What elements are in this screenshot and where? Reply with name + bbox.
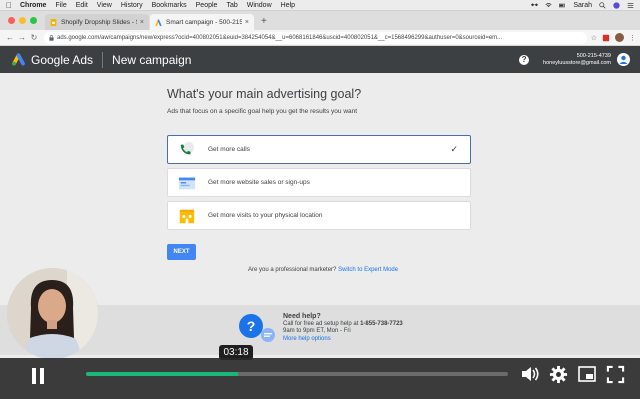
window-controls (0, 17, 45, 30)
expert-prompt-text: Are you a professional marketer? (248, 267, 337, 273)
back-icon[interactable]: ← (4, 33, 16, 42)
settings-gear-icon[interactable] (549, 365, 568, 384)
presenter-video-icon (7, 268, 98, 359)
menu-tab[interactable]: Tab (226, 2, 237, 9)
goal-option-website[interactable]: Get more website sales or sign-ups (167, 168, 471, 197)
close-window-icon[interactable] (8, 17, 15, 24)
forward-icon[interactable]: → (16, 33, 28, 42)
address-bar[interactable]: ads.google.com/aw/campaigns/new/express?… (44, 31, 587, 44)
menu-window[interactable]: Window (247, 2, 272, 9)
help-text: Need help? Call for free ad setup help a… (283, 313, 403, 343)
goal-heading: What's your main advertising goal? (167, 87, 362, 101)
check-icon: ✓ (450, 144, 458, 154)
goal-subtitle: Ads that focus on a specific goal help y… (167, 108, 358, 115)
help-icon[interactable]: ? (519, 54, 530, 65)
tab-shopify-slides[interactable]: Shopify Dropship Slides - Sergio × (45, 14, 149, 30)
help-call-line: Call for free ad setup help at 1-855-738… (283, 321, 403, 329)
goal-option-label: Get more visits to your physical locatio… (208, 212, 323, 219)
browser-toolbar: ← → ↻ ads.google.com/aw/campaigns/new/ex… (0, 30, 640, 46)
macos-menubar:  Chrome File Edit View History Bookmark… (0, 0, 640, 11)
menu-people[interactable]: People (196, 2, 218, 9)
zoom-window-icon[interactable] (30, 17, 37, 24)
expert-mode-prompt: Are you a professional marketer? Switch … (248, 267, 398, 273)
product-name: Google Ads (31, 52, 94, 67)
account-email: honeyluusstore@gmail.com (543, 59, 611, 66)
bookmark-star-icon[interactable]: ☆ (591, 34, 597, 42)
lock-icon (49, 34, 54, 41)
menu-edit[interactable]: Edit (76, 2, 88, 9)
help-chat-icon: ? (239, 314, 275, 342)
menu-history[interactable]: History (121, 2, 143, 9)
extension-icon[interactable] (602, 34, 610, 42)
account-avatar-icon[interactable] (617, 53, 630, 66)
picture-in-picture-icon[interactable] (578, 366, 596, 382)
pause-icon[interactable] (27, 365, 49, 387)
video-controls (0, 358, 640, 399)
header-divider (102, 51, 104, 68)
help-call-text: Call for free ad setup help at (283, 320, 359, 327)
url-text: ads.google.com/aw/campaigns/new/express?… (57, 34, 503, 41)
wifi-icon[interactable] (545, 2, 552, 9)
siri-icon[interactable] (613, 1, 620, 9)
header-right: ? 500-215-4739 honeyluusstore@gmail.com (519, 53, 640, 67)
page-title: New campaign (112, 52, 192, 67)
video-progress-bar[interactable] (86, 372, 508, 376)
svg-text:?: ? (247, 318, 256, 334)
goal-option-label: Get more calls (208, 146, 250, 153)
help-heading: Need help? (283, 313, 321, 320)
toolbar-actions: ☆ ⋮ (591, 33, 636, 42)
next-button[interactable]: NEXT (167, 244, 196, 260)
help-phone: 1-855-738-7723 (360, 320, 403, 327)
menu-app-name[interactable]: Chrome (20, 2, 46, 9)
profile-avatar[interactable] (615, 33, 624, 42)
apple-icon[interactable]:  (6, 1, 12, 10)
google-ads-logo-icon (12, 53, 25, 66)
tab-title: Smart campaign - 500-215-4739 (166, 18, 242, 26)
account-info[interactable]: 500-215-4739 honeyluusstore@gmail.com (543, 53, 611, 67)
fullscreen-icon[interactable] (606, 365, 625, 384)
google-ads-header: Google Ads New campaign ? 500-215-4739 h… (0, 46, 640, 73)
menubar-user[interactable]: Sarah (573, 2, 592, 9)
google-ads-logo[interactable]: Google Ads (0, 53, 93, 67)
video-progress-fill (86, 372, 238, 376)
battery-icon[interactable] (559, 2, 566, 9)
phone-icon (180, 141, 195, 154)
new-tab-button[interactable]: + (255, 16, 273, 30)
goal-option-label: Get more website sales or sign-ups (208, 179, 310, 186)
close-tab-icon[interactable]: × (245, 19, 249, 26)
chrome-menu-icon[interactable]: ⋮ (629, 34, 636, 42)
browser-icon (178, 177, 196, 189)
tab-smart-campaign[interactable]: Smart campaign - 500-215-4739 × (150, 14, 254, 30)
menu-file[interactable]: File (55, 2, 66, 9)
reload-icon[interactable]: ↻ (28, 33, 40, 42)
help-hours: 9am to 9pm ET, Mon - Fri (283, 328, 351, 335)
goal-option-calls[interactable]: Get more calls ✓ (167, 135, 471, 164)
close-tab-icon[interactable]: × (140, 19, 144, 26)
menubar-status-area: Sarah (531, 2, 640, 9)
slides-favicon-icon (50, 18, 57, 26)
minimize-window-icon[interactable] (19, 17, 26, 24)
menu-view[interactable]: View (97, 2, 112, 9)
google-ads-favicon-icon (155, 19, 162, 26)
dropbox-icon[interactable] (531, 2, 539, 9)
browser-tab-strip: Shopify Dropship Slides - Sergio × Smart… (0, 11, 640, 30)
search-icon[interactable] (599, 1, 606, 9)
storefront-icon (179, 209, 195, 223)
volume-icon[interactable] (520, 365, 540, 383)
tab-title: Shopify Dropship Slides - Sergio (61, 18, 137, 26)
menu-bookmarks[interactable]: Bookmarks (152, 2, 187, 9)
webcam-overlay (7, 268, 98, 359)
goal-option-visits[interactable]: Get more visits to your physical locatio… (167, 201, 471, 230)
switch-to-expert-link[interactable]: Switch to Expert Mode (338, 267, 398, 273)
more-help-link[interactable]: More help options (283, 336, 403, 344)
screen:  Chrome File Edit View History Bookmark… (0, 0, 640, 399)
account-id: 500-215-4739 (576, 52, 611, 59)
notification-center-icon[interactable] (627, 2, 634, 9)
menu-help[interactable]: Help (281, 2, 295, 9)
